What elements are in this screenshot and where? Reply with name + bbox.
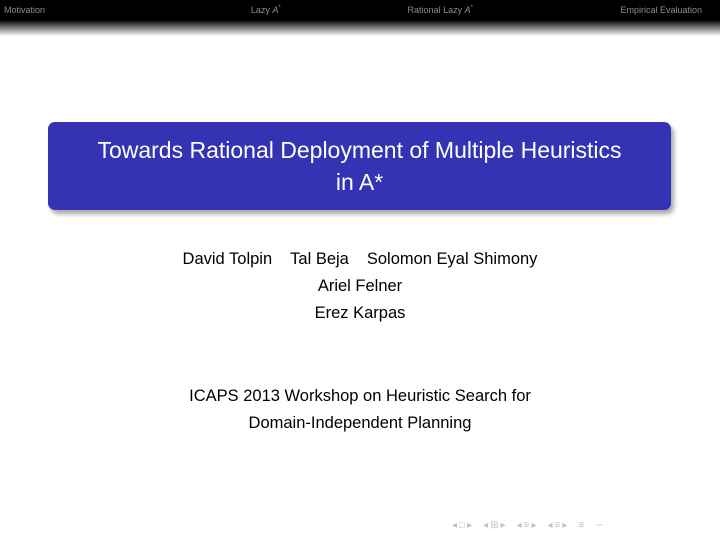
prev-subsection-arrow-icon[interactable]: ◂	[483, 520, 488, 531]
section-icon[interactable]: ≡	[524, 520, 530, 531]
prev-frame-arrow-icon[interactable]: ◂	[452, 520, 457, 531]
author-david-tolpin: David Tolpin	[182, 250, 273, 268]
venue-block: ICAPS 2013 Workshop on Heuristic Search …	[0, 383, 720, 437]
prev-section-arrow-icon[interactable]: ◂	[517, 520, 522, 531]
part-icon[interactable]: ≡	[555, 520, 561, 531]
prev-part-arrow-icon[interactable]: ◂	[547, 520, 552, 531]
author-ariel-felner: Ariel Felner	[317, 277, 403, 295]
authors-line-1: David Tolpin Tal Beja Solomon Eyal Shimony	[0, 246, 720, 273]
next-section-arrow-icon[interactable]: ▸	[531, 520, 536, 531]
nav-motivation[interactable]: Motivation	[0, 5, 179, 15]
title-block: Towards Rational Deployment of Multiple …	[48, 122, 671, 210]
nav-rational-lazy-a-star[interactable]: Rational Lazy A*	[353, 5, 528, 15]
nav-rational-sup: *	[470, 5, 473, 11]
next-part-arrow-icon[interactable]: ▸	[562, 520, 567, 531]
slide-title: Towards Rational Deployment of Multiple …	[60, 134, 660, 198]
title-line-1: Towards Rational Deployment of Multiple …	[97, 137, 622, 163]
author-erez-karpas: Erez Karpas	[314, 304, 406, 322]
author-tal-beja: Tal Beja	[290, 250, 349, 268]
subsection-icon[interactable]: ⊞	[490, 520, 498, 531]
venue-line-1: ICAPS 2013 Workshop on Heuristic Search …	[189, 387, 531, 405]
next-frame-arrow-icon[interactable]: ▸	[467, 520, 472, 531]
nav-bar-shadow	[0, 20, 720, 36]
nav-rational-label: Rational Lazy	[407, 5, 465, 15]
nav-lazy-sup: *	[278, 5, 281, 11]
next-subsection-arrow-icon[interactable]: ▸	[501, 520, 506, 531]
beamer-navigation-controls: ◂ □ ▸ ◂ ⊞ ▸ ◂ ≡ ▸ ◂ ≡ ▸ ≡ ∽	[452, 520, 604, 531]
author-solomon-eyal-shimony: Solomon Eyal Shimony	[366, 250, 538, 268]
search-icon[interactable]: ∽	[595, 520, 603, 531]
venue-line-2: Domain-Independent Planning	[248, 414, 472, 432]
align-icon[interactable]: ≡	[578, 520, 584, 531]
frame-icon[interactable]: □	[459, 520, 465, 531]
nav-empirical-evaluation[interactable]: Empirical Evaluation	[528, 5, 720, 15]
nav-lazy-label: Lazy	[250, 5, 273, 15]
nav-lazy-a-star[interactable]: Lazy A*	[179, 5, 354, 15]
section-navigation-bar: Motivation Lazy A* Rational Lazy A* Empi…	[0, 0, 720, 20]
authors-block: David Tolpin Tal Beja Solomon Eyal Shimony…	[0, 246, 720, 327]
title-line-2: in A*	[335, 169, 384, 195]
